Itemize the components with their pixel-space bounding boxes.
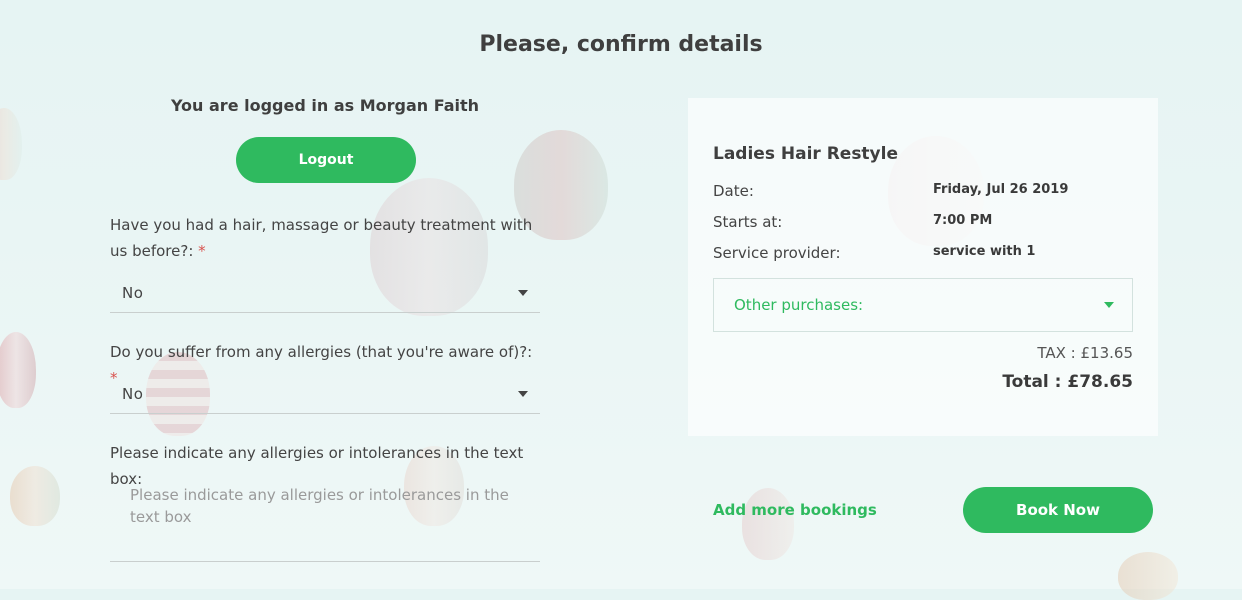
other-purchases-dropdown[interactable]: Other purchases: [713, 278, 1133, 332]
service-name: Ladies Hair Restyle [713, 144, 898, 164]
background-balloon [742, 488, 794, 560]
total-amount: Total : £78.65 [1002, 372, 1133, 392]
date-label: Date: [713, 182, 754, 200]
page-title: Please, confirm details [479, 32, 763, 57]
book-now-button[interactable]: Book Now [963, 487, 1153, 533]
allergy-details-textarea[interactable]: Please indicate any allergies or intoler… [110, 476, 540, 562]
start-time-value: 7:00 PM [933, 213, 993, 228]
background-balloon [1118, 552, 1178, 600]
booking-summary-panel: Ladies Hair Restyle Date: Friday, Jul 26… [688, 98, 1158, 436]
logged-in-text: You are logged in as Morgan Faith [170, 96, 480, 115]
required-asterisk: * [198, 242, 206, 260]
caret-down-icon [1104, 302, 1114, 308]
question-text: Do you suffer from any allergies (that y… [110, 343, 533, 361]
service-provider-value: service with 1 [933, 244, 1036, 259]
logout-button[interactable]: Logout [236, 137, 416, 183]
caret-down-icon [518, 390, 528, 397]
select-value: No [122, 384, 144, 403]
service-provider-label: Service provider: [713, 244, 841, 262]
start-time-label: Starts at: [713, 213, 783, 231]
background-balloon [0, 332, 36, 408]
background-balloon [10, 466, 60, 526]
date-value: Friday, Jul 26 2019 [933, 182, 1069, 197]
caret-down-icon [518, 289, 528, 296]
question-text: Have you had a hair, massage or beauty t… [110, 216, 533, 260]
question-previous-treatment-label: Have you had a hair, massage or beauty t… [110, 212, 540, 264]
other-purchases-label: Other purchases: [734, 296, 864, 314]
tax-amount: TAX : £13.65 [1037, 344, 1133, 362]
allergies-select[interactable]: No [110, 374, 540, 414]
add-more-bookings-link[interactable]: Add more bookings [713, 501, 877, 519]
background-balloon [0, 108, 22, 180]
select-value: No [122, 283, 144, 302]
previous-treatment-select[interactable]: No [110, 273, 540, 313]
